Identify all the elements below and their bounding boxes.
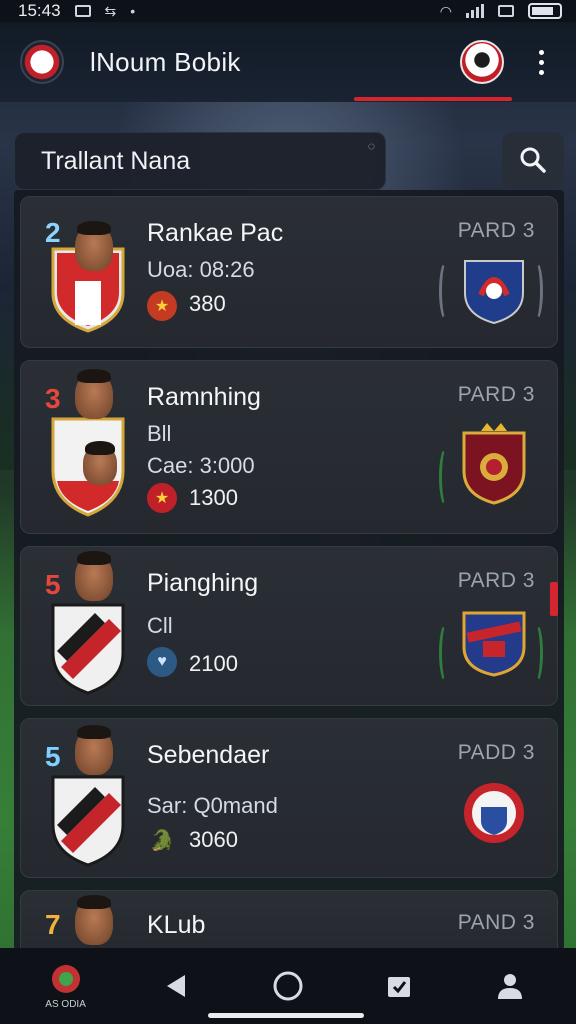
status-bar: 15:43 ⇆ • ◠ (0, 0, 576, 22)
club-crest-icon[interactable] (461, 255, 527, 325)
player-card[interactable]: 2 Rankae Pac Uoa: 08:26 ★ 380 PARD 3 (20, 196, 558, 348)
club-avatar-icon[interactable] (460, 40, 504, 84)
status-time: 15:43 (18, 1, 61, 20)
player-status: PARD 3 (457, 219, 535, 242)
profile-icon (498, 974, 523, 999)
more-vert-icon[interactable] (526, 49, 556, 75)
back-triangle-icon (166, 975, 185, 997)
club-crest-icon[interactable] (461, 421, 527, 505)
player-points: 1300 (189, 485, 238, 510)
player-shield-badge-icon (51, 603, 125, 695)
wifi-icon: ◠ (439, 2, 452, 19)
player-time: Cae: 3:000 (147, 453, 255, 478)
player-photo-secondary (83, 441, 117, 485)
scrollbar-thumb[interactable] (550, 582, 558, 616)
nav-home[interactable]: AS ODIA (36, 956, 96, 1016)
player-card[interactable]: 5 Sebendaer Sar: Q0mand 🐊 3060 PADD 3 (20, 718, 558, 878)
player-name: Sebendaer (147, 741, 270, 769)
player-status: PAND 3 (457, 911, 535, 934)
player-photo (75, 369, 113, 419)
active-tab-indicator (354, 97, 512, 101)
bracket-right-icon (529, 623, 543, 683)
nav-profile[interactable] (480, 956, 540, 1016)
nav-back[interactable] (147, 956, 207, 1016)
nav-home-label: AS ODIA (45, 998, 86, 1010)
player-photo (75, 895, 113, 945)
star-icon: ★ (147, 483, 177, 513)
player-status: PADD 3 (457, 741, 535, 764)
bracket-left-icon (439, 447, 453, 507)
bracket-right-icon (529, 261, 543, 321)
gesture-home-bar[interactable] (208, 1013, 364, 1018)
club-home-icon (51, 964, 80, 993)
player-list: 2 Rankae Pac Uoa: 08:26 ★ 380 PARD 3 3 R… (14, 190, 564, 960)
sim-icon (498, 5, 514, 17)
clipboard-icon (388, 977, 411, 997)
nav-tasks[interactable] (369, 956, 429, 1016)
image-notification-icon (74, 5, 91, 17)
link-notification-icon: ⇆ (104, 2, 117, 19)
search-input-value: Trallant Nana (41, 146, 191, 175)
player-points: 2100 (189, 651, 238, 676)
player-status: PARD 3 (457, 569, 535, 592)
app-bar: lNoum Bobik (0, 22, 576, 102)
app-title: lNoum Bobik (90, 46, 241, 77)
player-time: Sar: Q0mand (147, 793, 278, 818)
player-code: Bll (147, 421, 172, 446)
player-shield-badge-icon (51, 775, 125, 867)
nav-circle[interactable] (258, 956, 318, 1016)
player-photo (75, 551, 113, 601)
app-logo-icon[interactable] (20, 40, 64, 84)
battery-icon (528, 3, 562, 19)
player-rank: 7 (45, 909, 61, 940)
player-card[interactable]: 3 Ramnhing Bll Cae: 3:000 ★ 1300 PARD 3 (20, 360, 558, 534)
player-name: KLub (147, 911, 206, 939)
star-icon: ★ (147, 291, 177, 321)
home-circle-icon (273, 971, 303, 1001)
player-points: 3060 (189, 827, 238, 852)
search-corner-icon: ◌ (367, 139, 375, 153)
heart-icon: ♥ (147, 647, 177, 677)
player-name: Pianghing (147, 569, 259, 597)
player-name: Ramnhing (147, 383, 261, 411)
search-icon (520, 147, 546, 173)
player-name: Rankae Pac (147, 219, 284, 247)
player-status: PARD 3 (457, 383, 535, 406)
search-button[interactable] (502, 132, 564, 188)
player-photo (75, 221, 113, 271)
bracket-left-icon (439, 623, 453, 683)
search-input[interactable]: Trallant Nana ◌ (14, 132, 386, 190)
crocodile-icon: 🐊 (149, 829, 175, 852)
player-card[interactable]: 5 Pianghing Cll ♥ 2100 PARD 3 (20, 546, 558, 706)
player-photo (75, 725, 113, 775)
player-points: 380 (189, 291, 226, 316)
club-crest-icon[interactable] (461, 777, 527, 847)
player-time: Uoa: 08:26 (147, 257, 255, 282)
club-crest-icon[interactable] (461, 607, 527, 677)
more-notifications-icon: • (130, 3, 136, 19)
signal-icon (466, 4, 484, 18)
bracket-left-icon (439, 261, 453, 321)
player-code: Cll (147, 613, 173, 638)
